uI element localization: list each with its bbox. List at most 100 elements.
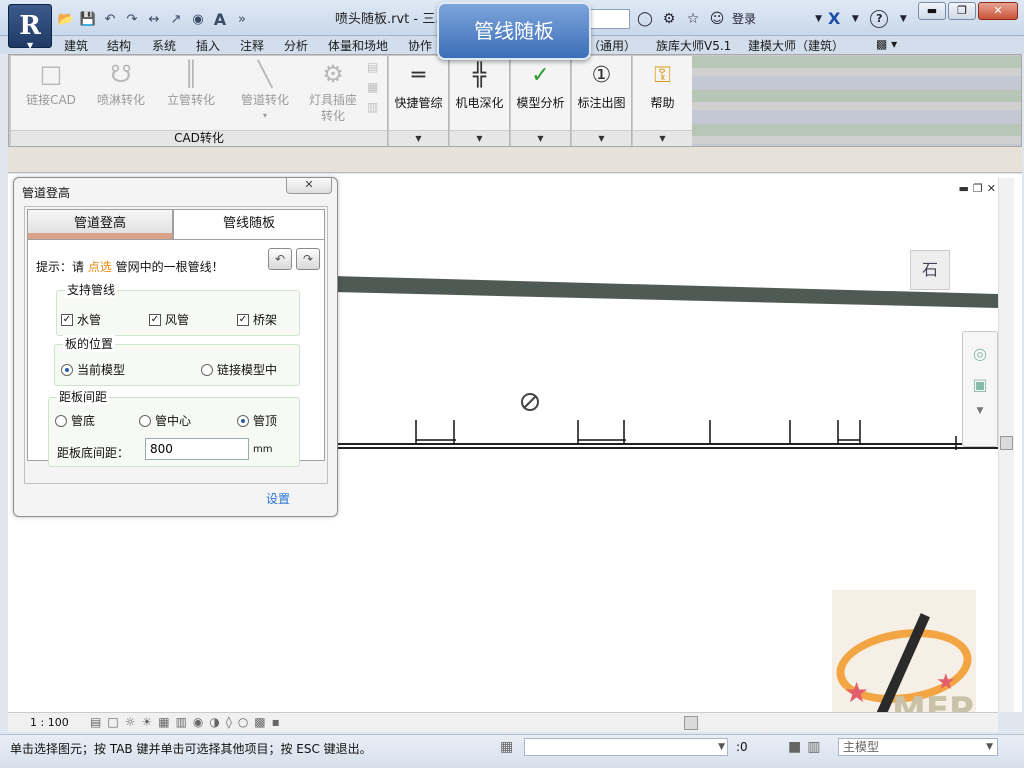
view-scale[interactable]: 1 : 100 bbox=[30, 716, 69, 729]
chevron-down-icon[interactable]: ▼ bbox=[511, 130, 570, 146]
help-button[interactable]: ⚿ 帮助 ▼ bbox=[633, 56, 693, 146]
mep-deepen-button[interactable]: ╬ 机电深化 ▼ bbox=[450, 56, 510, 146]
spacing-label: 距板底间距： bbox=[57, 446, 130, 460]
close-button[interactable]: ✕ bbox=[978, 2, 1018, 20]
chevron-down-icon[interactable]: ▼ bbox=[846, 14, 864, 24]
annotate-output-button[interactable]: ① 标注出图 ▼ bbox=[572, 56, 632, 146]
pipe-top-radio[interactable]: 管顶 bbox=[237, 412, 277, 429]
help-icon[interactable]: ? bbox=[870, 9, 889, 28]
horizontal-scrollbar[interactable] bbox=[390, 716, 998, 730]
app-logo[interactable]: R ▼ bbox=[8, 4, 52, 49]
undo-button[interactable]: ↶ bbox=[268, 248, 292, 270]
pipe-coordination-icon: ═ bbox=[411, 63, 426, 88]
chevron-down-icon[interactable]: ▼ bbox=[572, 130, 631, 146]
tab-modeling-master[interactable]: 建模大师（建筑） bbox=[748, 37, 844, 54]
tab-architecture[interactable]: 建筑 bbox=[64, 37, 88, 54]
pipe-bottom-radio[interactable]: 管底 bbox=[55, 412, 95, 429]
reveal-hidden-icon[interactable]: ◑ bbox=[209, 715, 219, 729]
navigation-bar: ◎ ▣ ▼ bbox=[962, 331, 998, 447]
cable-tray-checkbox[interactable]: ✓ 桥架 bbox=[237, 311, 277, 328]
chevron-down-icon[interactable]: ▼ bbox=[450, 130, 509, 146]
tab-pipe-follow-slab[interactable]: 管线随板 bbox=[173, 209, 325, 239]
measure-icon[interactable]: ↔ bbox=[144, 9, 164, 29]
view-control-bar: 1 : 100 ▤ □ ☼ ☀ ▦ ▥ ◉ ◑ ◊ ○ ▩ ▪ bbox=[8, 712, 998, 732]
water-pipe-checkbox[interactable]: ✓ 水管 bbox=[61, 311, 101, 328]
star-icon[interactable]: ☆ bbox=[684, 11, 702, 27]
vertical-scroll-thumb[interactable] bbox=[1000, 436, 1013, 450]
view-restore-icon[interactable]: ❐ bbox=[973, 182, 983, 195]
tab-pipe-elevation[interactable]: 管道登高 bbox=[27, 209, 173, 239]
model-analysis-button[interactable]: ✓ 模型分析 ▼ bbox=[511, 56, 571, 146]
worksets-icon[interactable]: ▦ bbox=[500, 739, 513, 755]
comm-center-icon[interactable]: ⚙ bbox=[660, 11, 678, 27]
tag-icon[interactable]: ◉ bbox=[188, 9, 208, 29]
tab-family-library[interactable]: 族库大师V5.1 bbox=[656, 37, 731, 54]
pipe-center-radio[interactable]: 管中心 bbox=[139, 412, 191, 429]
filter-icon[interactable]: ▥ bbox=[807, 739, 820, 755]
chevron-down-icon[interactable]: ▼ bbox=[963, 406, 997, 416]
chevron-down-icon: ▼ bbox=[986, 742, 993, 752]
duct-checkbox[interactable]: ✓ 风管 bbox=[149, 311, 189, 328]
temporary-hide-icon[interactable]: ◉ bbox=[193, 715, 203, 729]
chevron-down-icon[interactable]: ▼ bbox=[633, 130, 692, 146]
minimize-button[interactable]: ▬ bbox=[918, 2, 946, 20]
tab-systems[interactable]: 系统 bbox=[152, 37, 176, 54]
shadows-icon[interactable]: ☀ bbox=[141, 715, 152, 729]
tab-analyze[interactable]: 分析 bbox=[284, 37, 308, 54]
annotation-tag-icon: ① bbox=[591, 63, 612, 88]
sun-path-icon[interactable]: ☼ bbox=[125, 715, 136, 729]
mep-watermark-logo: ★ ★ MEP bbox=[832, 590, 976, 732]
spacing-input[interactable] bbox=[145, 438, 249, 460]
detail-level-icon[interactable]: ▤ bbox=[90, 715, 101, 729]
analytical-model-icon[interactable]: ◊ bbox=[226, 715, 232, 729]
user-icon[interactable]: ☺ bbox=[708, 11, 726, 27]
worksharing-icon[interactable]: ▩ bbox=[254, 715, 265, 729]
dialog-close-button[interactable]: ✕ bbox=[286, 178, 332, 194]
section-tag[interactable]: 石 bbox=[910, 250, 950, 290]
open-icon[interactable]: 📂 bbox=[56, 9, 76, 29]
steering-wheel-icon[interactable]: ◎ bbox=[963, 344, 997, 363]
search-input[interactable] bbox=[586, 9, 630, 29]
design-option-selector[interactable]: 主模型 ▼ bbox=[838, 738, 998, 756]
tab-massing[interactable]: 体量和场地 bbox=[328, 37, 388, 54]
settings-link[interactable]: 设置 bbox=[266, 490, 290, 507]
quick-coordination-button[interactable]: ═ 快捷管综 ▼ bbox=[389, 56, 449, 146]
chevron-down-icon[interactable]: ▼ bbox=[389, 130, 448, 146]
login-button[interactable]: 登录 bbox=[732, 10, 756, 27]
linked-model-radio[interactable]: 链接模型中 bbox=[201, 361, 277, 378]
zoom-region-icon[interactable]: ▣ bbox=[963, 375, 997, 394]
crop-view-icon[interactable]: ▦ bbox=[158, 715, 169, 729]
constraints-icon[interactable]: ▪ bbox=[272, 715, 280, 729]
show-crop-icon[interactable]: ▥ bbox=[176, 715, 187, 729]
tab-insert[interactable]: 插入 bbox=[196, 37, 220, 54]
editable-only-icon[interactable]: ■ bbox=[788, 739, 801, 755]
more-icon[interactable]: » bbox=[232, 9, 252, 29]
view-minimize-icon[interactable]: ▬ bbox=[959, 182, 969, 195]
redo-icon[interactable]: ↷ bbox=[122, 9, 142, 29]
ribbon-options-icon[interactable]: ▩ ▾ bbox=[876, 37, 897, 51]
redo-button[interactable]: ↷ bbox=[296, 248, 320, 270]
maximize-button[interactable]: ❐ bbox=[948, 2, 976, 20]
dialog-title: 管道登高 bbox=[22, 186, 71, 200]
visual-style-icon[interactable]: □ bbox=[107, 715, 118, 729]
dimension-icon[interactable]: ↗ bbox=[166, 9, 186, 29]
checkbox-checked-icon: ✓ bbox=[149, 313, 161, 326]
tab-structure[interactable]: 结构 bbox=[107, 37, 131, 54]
view-close-icon[interactable]: ✕ bbox=[987, 182, 996, 195]
text-tool-icon[interactable]: A bbox=[210, 9, 230, 29]
selection-count: :0 bbox=[736, 740, 748, 754]
chevron-down-icon[interactable]: ▼ bbox=[894, 14, 912, 24]
chevron-down-icon[interactable]: ▼ bbox=[762, 14, 822, 24]
workset-selector[interactable]: ▼ bbox=[524, 738, 728, 756]
save-icon[interactable]: 💾 bbox=[78, 9, 98, 29]
tab-general[interactable]: （通用） bbox=[588, 37, 636, 54]
vertical-scrollbar[interactable] bbox=[998, 178, 1014, 712]
tab-annotate[interactable]: 注释 bbox=[240, 37, 264, 54]
horizontal-scroll-thumb[interactable] bbox=[684, 716, 698, 730]
binoculars-icon[interactable]: ◯ bbox=[636, 11, 654, 27]
lightbulb-icon[interactable]: ○ bbox=[238, 715, 248, 729]
exchange-apps-icon[interactable]: X bbox=[828, 9, 840, 28]
undo-icon[interactable]: ↶ bbox=[100, 9, 120, 29]
tab-collaborate[interactable]: 协作 bbox=[408, 37, 432, 54]
current-model-radio[interactable]: 当前模型 bbox=[61, 361, 125, 378]
